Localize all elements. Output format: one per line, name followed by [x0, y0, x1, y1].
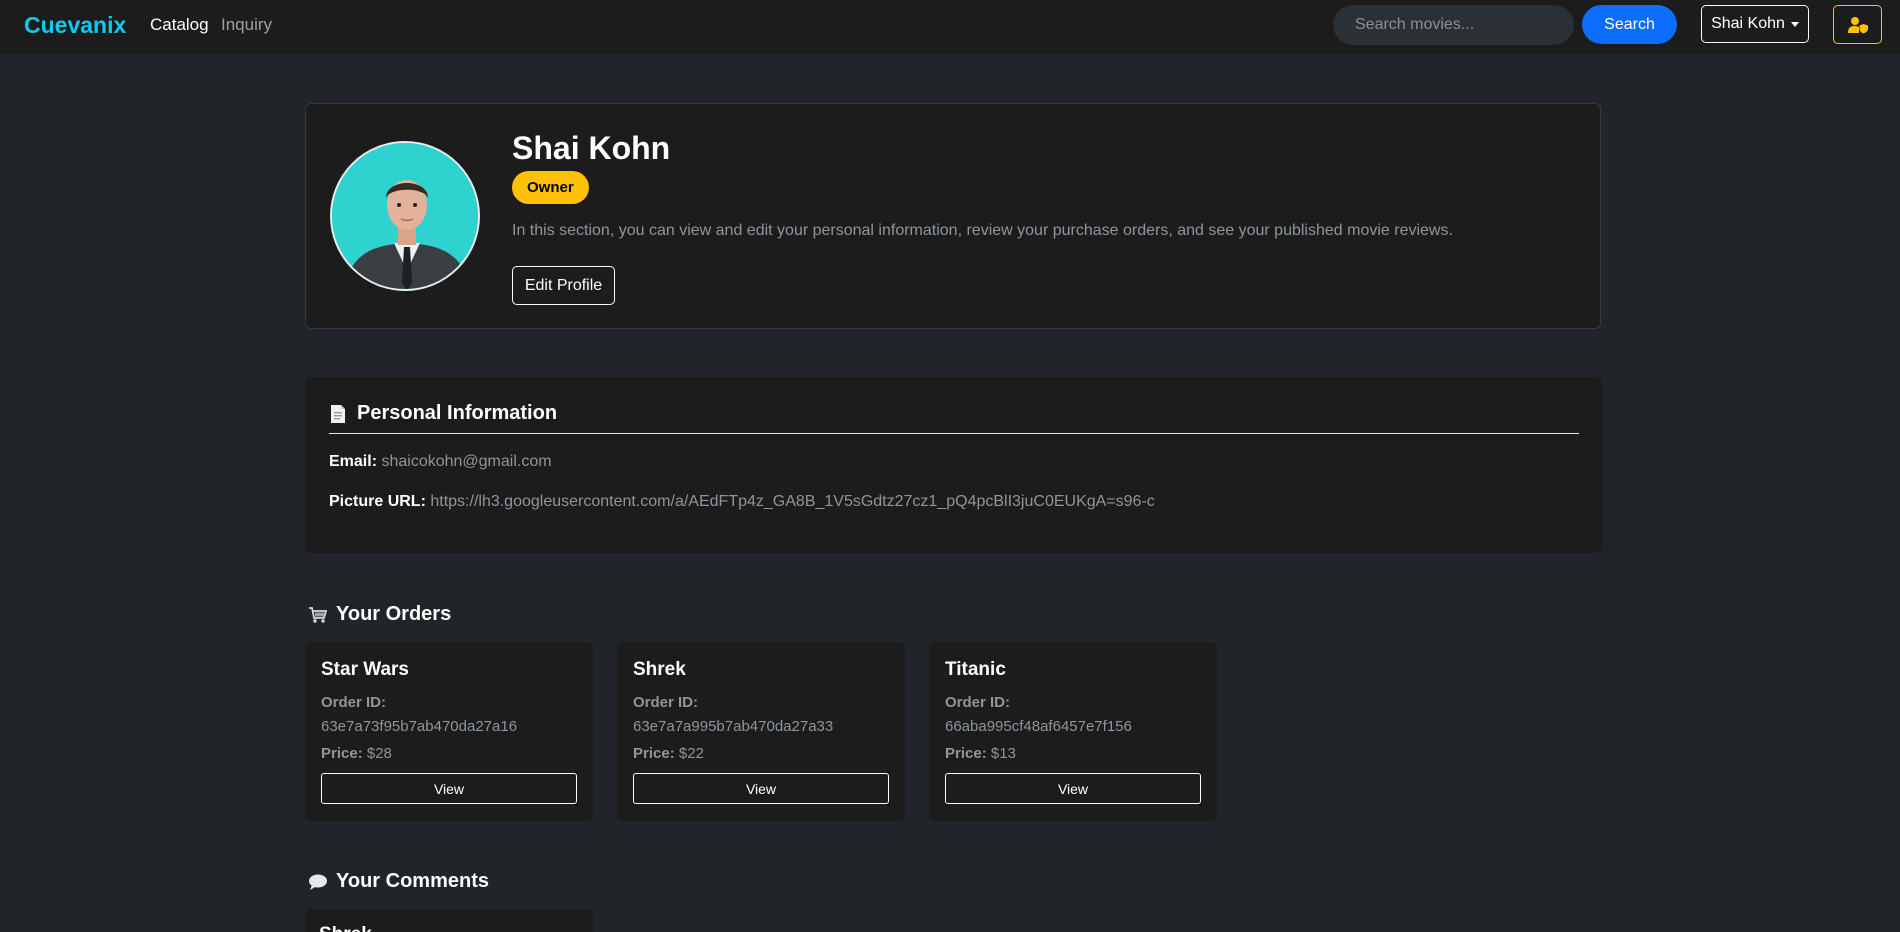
personal-info-header: Personal Information — [329, 402, 1579, 434]
comments-title: Your Comments — [336, 870, 489, 892]
email-value: shaicokohn@gmail.com — [381, 453, 552, 470]
order-id-label: Order ID: — [945, 694, 1011, 711]
order-price-value: $28 — [366, 745, 392, 762]
order-view-button[interactable]: View — [945, 773, 1201, 804]
document-icon — [331, 405, 345, 423]
order-id-label: Order ID: — [633, 694, 699, 711]
profile-name: Shai Kohn — [512, 130, 671, 166]
comments-heading: Your Comments — [308, 870, 489, 893]
user-menu-label: Shai Kohn — [1711, 15, 1785, 32]
comment-title: Shrek — [319, 924, 372, 932]
order-id-value: 66aba995cf48af6457e7f156 — [945, 718, 1132, 735]
email-row: Email: shaicokohn@gmail.com — [329, 453, 552, 471]
order-price: Price: $22 — [633, 745, 704, 762]
caret-down-icon — [1790, 21, 1799, 27]
personal-info-card: Personal Information Email: shaicokohn@g… — [305, 377, 1602, 553]
email-label: Email: — [329, 453, 378, 470]
search-button[interactable]: Search — [1582, 5, 1677, 44]
order-id-label: Order ID: — [321, 694, 387, 711]
picture-url-row: Picture URL: https://lh3.googleuserconte… — [329, 493, 1155, 511]
user-shield-icon — [1847, 16, 1868, 33]
personal-info-title: Personal Information — [357, 402, 558, 424]
brand-logo[interactable]: Cuevanix — [24, 12, 126, 39]
order-title: Star Wars — [321, 659, 409, 680]
orders-title: Your Orders — [336, 603, 452, 625]
profile-photo — [332, 143, 478, 289]
role-badge: Owner — [512, 171, 589, 204]
orders-heading: Your Orders — [308, 603, 451, 626]
order-price: Price: $28 — [321, 745, 392, 762]
speech-bubble-icon — [309, 874, 327, 890]
profile-card: Shai Kohn Owner In this section, you can… — [305, 103, 1601, 329]
order-price-label: Price: — [633, 745, 675, 762]
order-view-button[interactable]: View — [633, 773, 889, 804]
order-price: Price: $13 — [945, 745, 1016, 762]
order-price-label: Price: — [945, 745, 987, 762]
order-price-label: Price: — [321, 745, 363, 762]
user-menu-dropdown[interactable]: Shai Kohn — [1701, 5, 1809, 43]
picture-url-label: Picture URL: — [329, 493, 426, 510]
admin-panel-button[interactable] — [1833, 5, 1882, 44]
order-card: Titanic Order ID: 66aba995cf48af6457e7f1… — [929, 642, 1217, 821]
nav-link-catalog[interactable]: Catalog — [150, 15, 209, 35]
order-title: Shrek — [633, 659, 686, 680]
order-id-value: 63e7a7a995b7ab470da27a33 — [633, 718, 834, 735]
cart-icon — [309, 606, 328, 623]
order-card: Star Wars Order ID: 63e7a73f95b7ab470da2… — [305, 642, 593, 821]
order-card: Shrek Order ID: 63e7a7a995b7ab470da27a33… — [617, 642, 905, 821]
order-title: Titanic — [945, 659, 1006, 680]
order-price-value: $13 — [990, 745, 1016, 762]
nav-link-inquiry[interactable]: Inquiry — [221, 15, 272, 35]
search-input[interactable] — [1333, 5, 1574, 45]
comment-card: Shrek — [305, 909, 593, 932]
edit-profile-button[interactable]: Edit Profile — [512, 266, 615, 305]
order-price-value: $22 — [678, 745, 704, 762]
avatar — [330, 141, 480, 291]
navbar: Cuevanix Catalog Inquiry Search Shai Koh… — [0, 0, 1900, 54]
order-id-value: 63e7a73f95b7ab470da27a16 — [321, 718, 518, 735]
picture-url-value: https://lh3.googleusercontent.com/a/AEdF… — [430, 493, 1155, 510]
order-view-button[interactable]: View — [321, 773, 577, 804]
profile-description: In this section, you can view and edit y… — [512, 222, 1453, 239]
